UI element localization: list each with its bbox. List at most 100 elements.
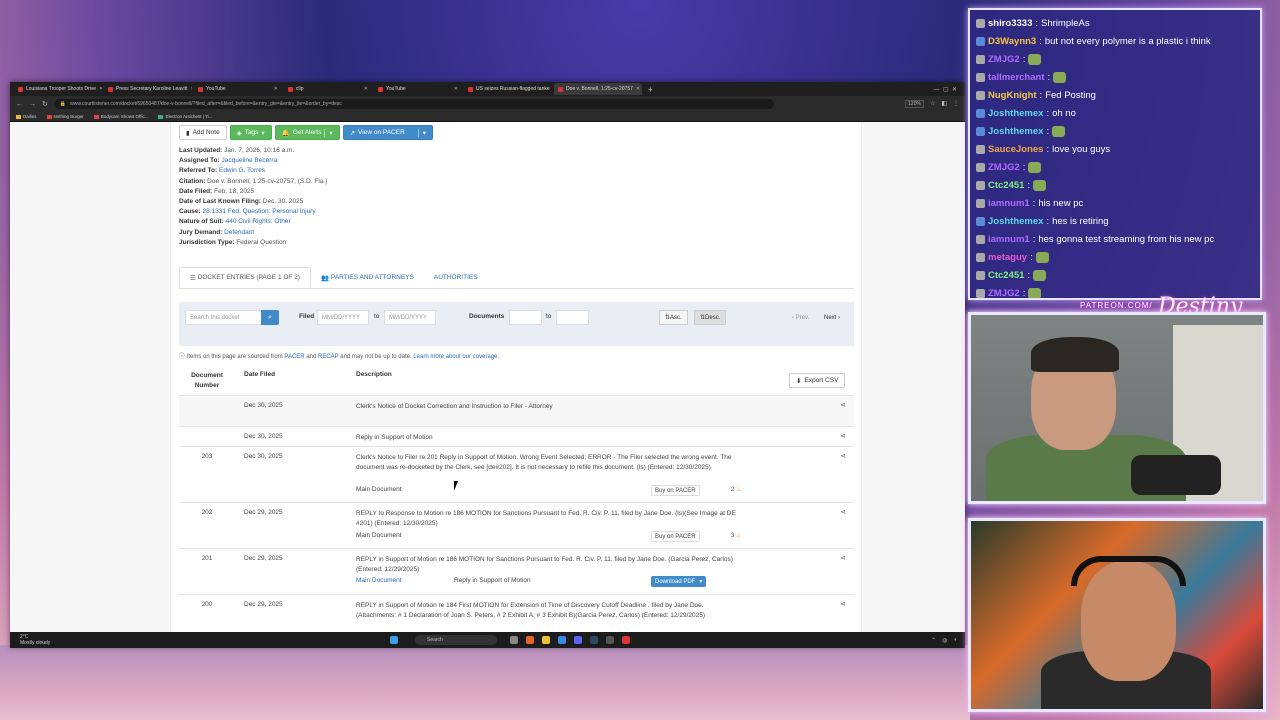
share-icon[interactable]: ⋖ — [840, 508, 846, 516]
recap-link[interactable]: RECAP — [318, 354, 339, 360]
next-page-button[interactable]: Next › — [824, 310, 840, 325]
close-icon[interactable]: ✕ — [274, 86, 278, 92]
close-icon[interactable]: ✕ — [364, 86, 368, 92]
buy-on-pacer-button[interactable]: Buy on PACER — [651, 485, 700, 496]
docket-meta-line: Nature of Suit: 440 Civil Rights: Other — [179, 217, 327, 227]
share-icon[interactable]: ⋖ — [840, 452, 846, 460]
chat-username[interactable]: D3Waynn3 — [988, 36, 1036, 47]
sort-asc-button[interactable]: ⇅ Asc. — [659, 310, 688, 325]
share-icon[interactable]: ⋖ — [840, 554, 846, 562]
get-alerts-button[interactable]: 🔔 Get Alerts ▾ — [274, 125, 340, 140]
chat-username[interactable]: ZMJG2 — [988, 288, 1020, 299]
search-button[interactable]: ⌕ — [261, 310, 279, 325]
browser-tab[interactable]: Louisiana Trooper Shoots Drive ✕ — [14, 83, 102, 95]
chat-username[interactable]: iamnum1 — [988, 234, 1030, 245]
chat-username[interactable]: metaguy — [988, 252, 1027, 263]
chat-username[interactable]: Ctc2451 — [988, 270, 1024, 281]
chat-username[interactable]: iamnum1 — [988, 198, 1030, 209]
file-explorer-icon[interactable] — [542, 636, 550, 644]
browser-tab[interactable]: Doe v. Bonnell, 1:25-cv-20757 ✕ — [554, 83, 642, 95]
new-tab-button[interactable]: + — [644, 85, 657, 94]
chat-username[interactable]: ZMJG2 — [988, 162, 1020, 173]
chat-username[interactable]: Joshthemex — [988, 108, 1043, 119]
add-note-button[interactable]: ▮ Add Note — [179, 125, 227, 140]
coverage-link[interactable]: Learn more about our coverage. — [413, 354, 499, 360]
sort-desc-button[interactable]: ⇅ Desc. — [694, 310, 727, 325]
meta-link[interactable]: Edwin G. Torres — [219, 167, 265, 174]
share-icon[interactable]: ⋖ — [840, 432, 846, 440]
close-icon[interactable]: ✕ — [636, 86, 640, 92]
network-icon[interactable]: ◍ — [942, 637, 947, 644]
chat-username[interactable]: Joshthemex — [988, 126, 1043, 137]
volume-icon[interactable]: ◖ — [953, 637, 957, 644]
zoom-level[interactable]: 120% — [905, 100, 924, 108]
documents-from-input[interactable] — [509, 310, 542, 325]
star-icon[interactable]: ☆ — [930, 100, 935, 108]
bookmark-item[interactable]: Dailies — [16, 114, 37, 119]
tab-docket-entries[interactable]: ☰ DOCKET ENTRIES (PAGE 1 OF 2) — [179, 267, 311, 288]
prev-page-button[interactable]: ‹ Prev. — [792, 310, 809, 325]
browser-tab[interactable]: YouTube ✕ — [194, 83, 282, 95]
filed-before-input[interactable]: MM/DD/YYYY — [384, 310, 436, 325]
chat-username[interactable]: shiro3333 — [988, 18, 1032, 29]
tab-parties-and-attorneys[interactable]: 👥 PARTIES AND ATTORNEYS — [311, 267, 424, 288]
browser-tab[interactable]: YouTube ✕ — [374, 83, 462, 95]
taskbar-search[interactable]: Search — [415, 635, 497, 645]
chat-username[interactable]: Ctc2451 — [988, 180, 1024, 191]
chrome-icon[interactable] — [622, 636, 630, 644]
obs-icon[interactable] — [606, 636, 614, 644]
firefox-icon[interactable] — [526, 636, 534, 644]
browser-tab[interactable]: Press Secretary Karoline Leavitt✕ — [104, 83, 192, 95]
meta-link[interactable]: 28:1331 Fed. Question: Personal Injury — [203, 208, 316, 215]
address-bar[interactable]: 🔒 www.courtlistener.com/docket/69650487/… — [53, 99, 774, 109]
tab-authorities[interactable]: AUTHORITIES — [424, 267, 488, 288]
extensions-icon[interactable]: ◧ — [941, 100, 947, 108]
meta-link[interactable]: 440 Civil Rights: Other — [226, 218, 291, 225]
steam-icon[interactable] — [590, 636, 598, 644]
chat-username[interactable]: ZMJG2 — [988, 54, 1020, 65]
menu-icon[interactable]: ⋮ — [953, 100, 959, 108]
chat-username[interactable]: tallmerchant — [988, 72, 1045, 83]
discord-icon[interactable] — [574, 636, 582, 644]
share-icon[interactable]: ⋖ — [840, 401, 846, 409]
view-on-pacer-button[interactable]: ↗ View on PACER ▾ — [342, 125, 434, 140]
documents-to-input[interactable] — [556, 310, 589, 325]
forward-icon[interactable]: → — [29, 101, 36, 108]
bookmark-item[interactable]: Nothing Burger — [46, 114, 84, 119]
task-view-icon[interactable] — [510, 636, 518, 644]
filed-after-input[interactable]: MM/DD/YYYY — [317, 310, 369, 325]
back-icon[interactable]: ← — [16, 101, 23, 108]
close-icon[interactable]: ✕ — [99, 86, 102, 92]
meta-link[interactable]: Jacqueline Becerra — [222, 157, 278, 164]
entry-description: REPLY in Support of Motion re 186 MOTION… — [356, 556, 733, 573]
meta-link[interactable]: Defendant — [224, 229, 254, 236]
browser-tab[interactable]: clip ✕ — [284, 83, 372, 95]
share-icon[interactable]: ⋖ — [840, 600, 846, 608]
main-document-link[interactable]: Main Document — [356, 577, 402, 584]
chat-badge-icon — [976, 234, 985, 244]
close-icon[interactable]: ✕ — [454, 86, 458, 92]
chevron-up-icon[interactable]: ⌃ — [931, 637, 936, 644]
reload-icon[interactable]: ↻ — [42, 100, 48, 108]
bookmark-item[interactable]: Bodycam Shows Offic... — [93, 114, 148, 119]
tags-button[interactable]: ◈ Tags ▾ — [229, 125, 272, 140]
browser-tab[interactable]: US seizes Russian-flagged tanke✕ — [464, 83, 552, 95]
docket-search-input[interactable]: Search this docket — [185, 310, 263, 325]
meta-label: Referred To: — [179, 167, 218, 175]
pacer-link[interactable]: PACER — [284, 354, 304, 360]
export-csv-button[interactable]: ⬇ Export CSV — [789, 373, 846, 388]
chat-username[interactable]: Joshthemex — [988, 216, 1043, 227]
windows-start-icon[interactable] — [390, 636, 398, 644]
chat-message: iamnum1: his new pc — [976, 194, 1254, 212]
download-pdf-button[interactable]: Download PDF ▾ — [651, 576, 707, 587]
chat-username[interactable]: SauceJones — [988, 144, 1043, 155]
window-controls[interactable]: — ▢ ✕ — [934, 86, 965, 93]
page-content: ▮ Add Note ◈ Tags ▾ 🔔 Get Alerts ▾ ↗ View on P… — [10, 122, 965, 647]
app-icon[interactable] — [558, 636, 566, 644]
buy-on-pacer-button[interactable]: Buy on PACER — [651, 531, 700, 542]
bookmark-item[interactable]: Electron Antichest | Ti... — [158, 114, 212, 119]
close-icon[interactable]: ✕ — [190, 86, 192, 92]
system-tray: ⌃ ◍ ◖ — [931, 637, 957, 644]
chat-username[interactable]: NugKnight — [988, 90, 1037, 101]
weather-widget[interactable]: 2°C Mostly cloudy — [20, 634, 50, 646]
